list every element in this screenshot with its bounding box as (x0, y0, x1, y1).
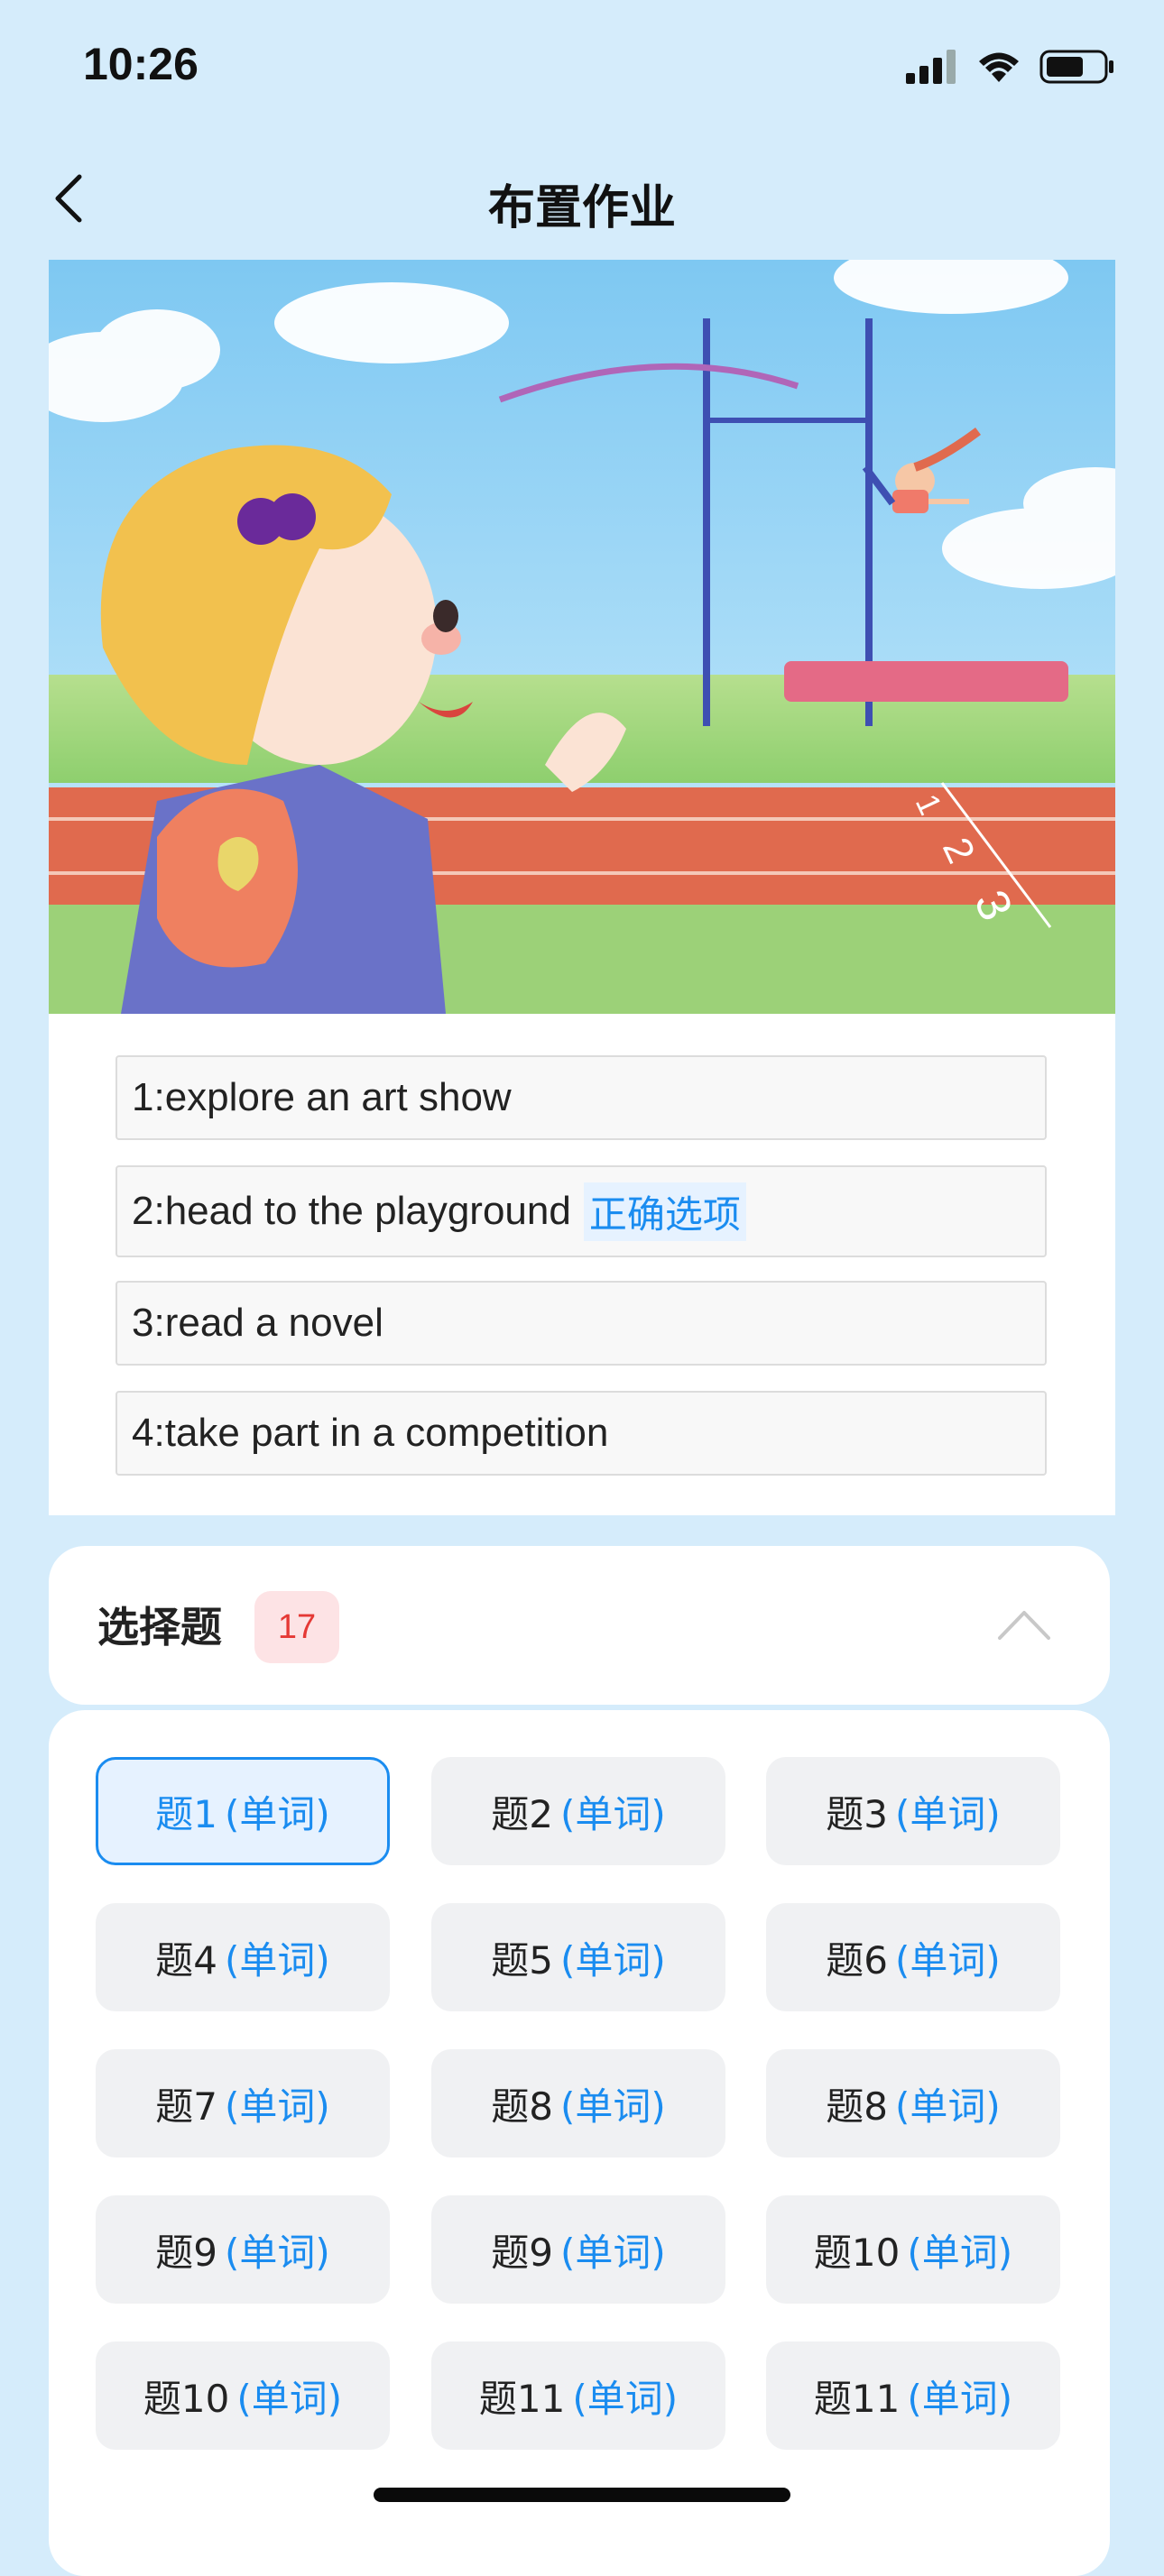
question-type: (单词) (224, 2084, 330, 2129)
question-grid: 题1 (单词) 题2 (单词) 题3 (单词) 题4 (单词) 题5 (单词) 题6 (单词) 题7 (单… (49, 1710, 1110, 2576)
question-label: 题11 (813, 2376, 901, 2421)
question-type: (单词) (894, 1791, 1001, 1836)
question-label: 题7 (155, 2084, 217, 2129)
question-button[interactable]: 题6 (单词) (766, 1903, 1060, 2011)
question-label: 题1 (155, 1791, 217, 1836)
question-button[interactable]: 题8 (单词) (766, 2049, 1060, 2157)
nav-bar: 布置作业 (0, 153, 1164, 244)
page-title: 布置作业 (487, 181, 676, 235)
question-type: (单词) (894, 1937, 1001, 1983)
collapse-button[interactable] (993, 1598, 1056, 1649)
status-bar: 10:26 (0, 0, 1164, 135)
option-text: 3:read a novel (132, 1301, 383, 1345)
question-label: 题9 (155, 2230, 217, 2275)
option-1[interactable]: 1:explore an art show (115, 1055, 1047, 1140)
question-type: (单词) (236, 2376, 343, 2421)
question-button[interactable]: 题3 (单词) (766, 1757, 1060, 1865)
question-label: 题6 (826, 1937, 888, 1983)
question-button[interactable]: 题9 (单词) (431, 2195, 725, 2304)
question-button[interactable]: 题9 (单词) (96, 2195, 390, 2304)
question-type: (单词) (224, 1791, 330, 1836)
status-time: 10:26 (83, 39, 199, 89)
signal-icon (906, 50, 956, 84)
section-title: 选择题 (97, 1603, 222, 1651)
options-card: 1:explore an art show 2:head to the play… (49, 1014, 1115, 1515)
question-type: (单词) (572, 2376, 679, 2421)
question-button[interactable]: 题8 (单词) (431, 2049, 725, 2157)
option-text: 4:take part in a competition (132, 1411, 609, 1455)
question-type: (单词) (224, 2230, 330, 2275)
count-badge: 17 (254, 1591, 339, 1663)
hero-illustration: 1 2 3 (49, 260, 1115, 1014)
question-button[interactable]: 题10 (单词) (96, 2341, 390, 2450)
question-label: 题4 (155, 1937, 217, 1983)
chevron-up-icon (998, 1611, 1050, 1640)
option-text: 2:head to the playground (132, 1189, 571, 1233)
question-type: (单词) (894, 2084, 1001, 2129)
question-label: 题5 (491, 1937, 553, 1983)
question-label: 题10 (143, 2376, 230, 2421)
question-label: 题10 (813, 2230, 901, 2275)
question-label: 题3 (826, 1791, 888, 1836)
option-2[interactable]: 2:head to the playground 正确选项 (115, 1165, 1047, 1257)
wifi-icon (979, 52, 1019, 82)
question-button[interactable]: 题4 (单词) (96, 1903, 390, 2011)
question-label: 题8 (491, 2084, 553, 2129)
question-label: 题2 (491, 1791, 553, 1836)
question-type: (单词) (559, 1791, 666, 1836)
section-header[interactable]: 选择题 17 (49, 1546, 1110, 1705)
question-button[interactable]: 题2 (单词) (431, 1757, 725, 1865)
question-type: (单词) (907, 2230, 1013, 2275)
question-button[interactable]: 题7 (单词) (96, 2049, 390, 2157)
question-type: (单词) (224, 1937, 330, 1983)
home-indicator (374, 2488, 790, 2502)
option-4[interactable]: 4:take part in a competition (115, 1391, 1047, 1476)
question-type: (单词) (559, 2230, 666, 2275)
question-label: 题11 (478, 2376, 566, 2421)
question-button[interactable]: 题5 (单词) (431, 1903, 725, 2011)
option-text: 1:explore an art show (132, 1075, 512, 1119)
question-button[interactable]: 题1 (单词) (96, 1757, 390, 1865)
question-button[interactable]: 题11 (单词) (431, 2341, 725, 2450)
battery-icon (1039, 50, 1113, 84)
correct-answer-tag: 正确选项 (583, 1182, 746, 1241)
question-label: 题8 (826, 2084, 888, 2129)
question-type: (单词) (907, 2376, 1013, 2421)
question-type: (单词) (559, 1937, 666, 1983)
question-type: (单词) (559, 2084, 666, 2129)
status-icons (906, 49, 1115, 85)
option-3[interactable]: 3:read a novel (115, 1281, 1047, 1366)
question-label: 题9 (491, 2230, 553, 2275)
question-button[interactable]: 题10 (单词) (766, 2195, 1060, 2304)
question-button[interactable]: 题11 (单词) (766, 2341, 1060, 2450)
